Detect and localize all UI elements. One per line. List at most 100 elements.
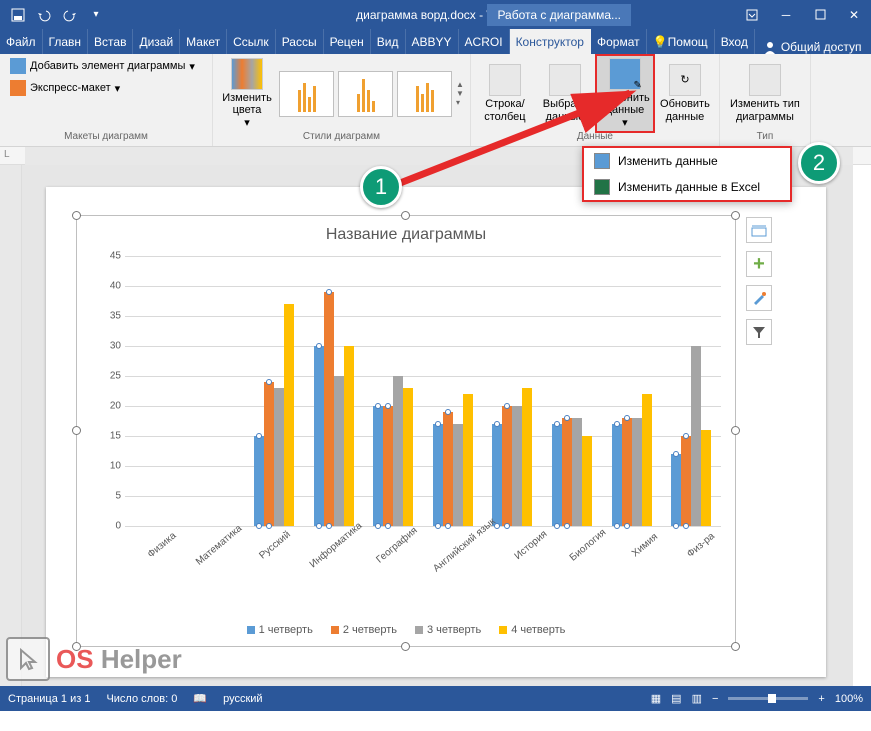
view-read-mode[interactable]: ▦ xyxy=(651,692,661,705)
status-language[interactable]: русский xyxy=(223,693,262,705)
refresh-data-button[interactable]: ↻Обновить данные xyxy=(657,62,713,124)
person-icon xyxy=(763,40,777,54)
chart-plot-area[interactable]: 051015202530354045 xyxy=(125,256,721,526)
group-label: Макеты диаграмм xyxy=(64,131,148,144)
tab-file[interactable]: Файл xyxy=(0,29,43,54)
tab-home[interactable]: Главн xyxy=(43,29,89,54)
share-label: Общий доступ xyxy=(781,40,862,54)
zoom-in-button[interactable]: + xyxy=(818,693,824,705)
tab-design[interactable]: Дизай xyxy=(133,29,180,54)
tab-format[interactable]: Формат xyxy=(591,29,647,54)
cursor-icon xyxy=(6,637,50,681)
contextual-tab-label: Работа с диаграмма... xyxy=(487,4,631,26)
annotation-badge-2: 2 xyxy=(798,142,840,184)
resize-handle[interactable] xyxy=(731,426,740,435)
ribbon-options-icon[interactable] xyxy=(735,0,769,29)
ribbon-tabs: Файл Главн Встав Дизай Макет Ссылк Рассы… xyxy=(0,29,871,54)
bar-series[interactable] xyxy=(125,256,721,526)
chart-floating-buttons: + xyxy=(746,217,772,345)
close-button[interactable]: ✕ xyxy=(837,0,871,29)
minimize-button[interactable]: ─ xyxy=(769,0,803,29)
group-chart-layouts: Добавить элемент диаграммы ▾ Экспресс-ма… xyxy=(0,54,213,146)
y-axis: 051015202530354045 xyxy=(97,256,123,526)
group-label: Тип xyxy=(757,131,774,144)
tab-layout[interactable]: Макет xyxy=(180,29,227,54)
watermark-helper: Helper xyxy=(101,644,182,674)
chart-title[interactable]: Название диаграммы xyxy=(77,216,735,250)
resize-handle[interactable] xyxy=(731,642,740,651)
tab-constructor[interactable]: Конструктор xyxy=(510,29,591,54)
status-page[interactable]: Страница 1 из 1 xyxy=(8,693,90,705)
ruler-vertical[interactable] xyxy=(0,165,22,686)
resize-handle[interactable] xyxy=(401,642,410,651)
tab-review[interactable]: Рецен xyxy=(324,29,371,54)
refresh-icon: ↻ xyxy=(669,64,701,96)
chart-object[interactable]: Название диаграммы 051015202530354045 Фи… xyxy=(76,215,736,647)
select-data-icon xyxy=(549,64,581,96)
maximize-button[interactable] xyxy=(803,0,837,29)
save-button[interactable] xyxy=(6,3,30,27)
chart-style-3[interactable] xyxy=(397,71,452,117)
view-web-layout[interactable]: ▥ xyxy=(692,692,702,705)
resize-handle[interactable] xyxy=(72,426,81,435)
tab-abbyy[interactable]: ABBYY xyxy=(406,29,459,54)
watermark-logo: OS Helper xyxy=(6,637,182,681)
statusbar: Страница 1 из 1 Число слов: 0 📖 русский … xyxy=(0,686,871,711)
window-controls: ─ ✕ xyxy=(735,0,871,29)
quick-access-toolbar: ▾ xyxy=(0,3,108,27)
chart-layout-options-button[interactable] xyxy=(746,217,772,243)
add-chart-element-button[interactable]: Добавить элемент диаграммы ▾ xyxy=(6,56,206,76)
tab-login[interactable]: Вход xyxy=(715,29,755,54)
change-colors-button[interactable]: Изменить цвета ▾ xyxy=(219,56,275,130)
ruler-corner-label: L xyxy=(4,149,10,160)
excel-icon xyxy=(594,179,610,195)
style-scroll-down[interactable]: ▼ xyxy=(456,89,464,98)
chart-type-icon xyxy=(749,64,781,96)
resize-handle[interactable] xyxy=(731,211,740,220)
tab-tell-me[interactable]: 💡 Помощ xyxy=(647,29,715,54)
select-data-button[interactable]: Выбрать данные xyxy=(537,62,593,124)
chart-style-2[interactable] xyxy=(338,71,393,117)
quick-layout-icon xyxy=(10,80,26,96)
change-chart-type-button[interactable]: Изменить тип диаграммы xyxy=(726,62,804,124)
undo-button[interactable] xyxy=(32,3,56,27)
tab-references[interactable]: Ссылк xyxy=(227,29,276,54)
watermark-os: OS xyxy=(56,644,94,674)
share-button[interactable]: Общий доступ xyxy=(755,40,870,54)
quick-layout-button[interactable]: Экспресс-макет ▾ xyxy=(6,78,206,98)
resize-handle[interactable] xyxy=(401,211,410,220)
table-icon xyxy=(594,153,610,169)
edit-data-button[interactable]: ✎Изменить данные ▾ xyxy=(597,56,653,130)
titlebar: ▾ диаграмма ворд.docx - Word Работа с ди… xyxy=(0,0,871,29)
redo-button[interactable] xyxy=(58,3,82,27)
tab-acrobat[interactable]: ACROI xyxy=(459,29,510,54)
edit-data-icon: ✎ xyxy=(609,58,641,90)
style-scroll-up[interactable]: ▲ xyxy=(456,80,464,89)
tab-insert[interactable]: Встав xyxy=(88,29,133,54)
switch-row-column-button[interactable]: Строка/ столбец xyxy=(477,62,533,124)
colors-icon xyxy=(231,58,263,90)
chart-style-1[interactable] xyxy=(279,71,334,117)
qat-customize-icon[interactable]: ▾ xyxy=(84,3,108,27)
chart-element-icon xyxy=(10,58,26,74)
document-page[interactable]: Название диаграммы 051015202530354045 Фи… xyxy=(46,187,826,677)
status-word-count[interactable]: Число слов: 0 xyxy=(106,693,177,705)
chart-elements-button[interactable]: + xyxy=(746,251,772,277)
tab-view[interactable]: Вид xyxy=(371,29,406,54)
x-axis-labels: ФизикаМатематикаРусскийИнформатикаГеогра… xyxy=(125,535,721,600)
tab-mailings[interactable]: Рассы xyxy=(276,29,324,54)
style-gallery-more[interactable]: ▾ xyxy=(456,98,464,107)
dropdown-edit-data-excel[interactable]: Изменить данные в Excel xyxy=(584,174,790,200)
group-label: Стили диаграмм xyxy=(303,131,380,144)
status-proofing-icon[interactable]: 📖 xyxy=(193,692,207,705)
zoom-slider[interactable] xyxy=(728,697,808,700)
resize-handle[interactable] xyxy=(72,211,81,220)
dropdown-edit-data[interactable]: Изменить данные xyxy=(584,148,790,174)
view-print-layout[interactable]: ▤ xyxy=(671,692,681,705)
chart-styles-button[interactable] xyxy=(746,285,772,311)
chart-filters-button[interactable] xyxy=(746,319,772,345)
zoom-out-button[interactable]: − xyxy=(712,693,718,705)
chart-legend[interactable]: 1 четверть2 четверть3 четверть4 четверть xyxy=(77,624,735,636)
switch-icon xyxy=(489,64,521,96)
zoom-level[interactable]: 100% xyxy=(835,693,863,705)
